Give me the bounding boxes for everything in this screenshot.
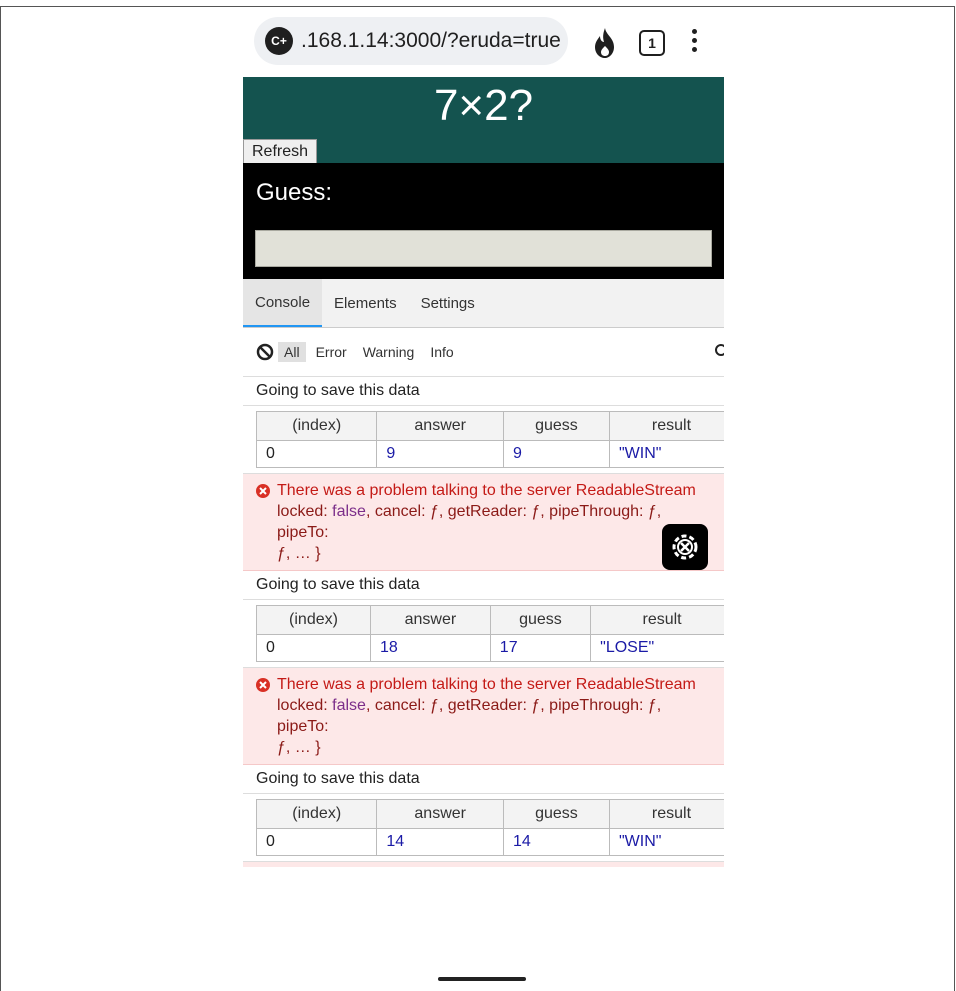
url-text[interactable]: .168.1.14:3000/?eruda=true (301, 29, 561, 53)
result-cell: "LOSE" (590, 634, 724, 662)
error-false: false (332, 503, 366, 520)
data-table: (index) answer guess result 0 9 9 "WIN" (255, 411, 724, 468)
answer-cell: 14 (376, 828, 504, 856)
home-indicator[interactable] (438, 977, 526, 981)
column-header: guess (502, 411, 610, 441)
data-table: (index) answer guess result 0 18 17 "LOS… (256, 605, 724, 662)
game-app: 7×2? Refresh Guess: (243, 77, 724, 279)
search-icon[interactable] (714, 343, 724, 359)
error-text: There was a problem talking to the serve… (277, 676, 696, 693)
flame-icon[interactable] (592, 27, 618, 59)
table-row: 0 14 14 "WIN" (255, 828, 724, 856)
log-message: Going to save this data (243, 377, 724, 406)
column-header: (index) (256, 605, 371, 635)
guess-cell: 17 (489, 634, 592, 662)
tab-elements[interactable]: Elements (322, 279, 409, 327)
column-header: result (590, 605, 724, 635)
tab-settings[interactable]: Settings (409, 279, 487, 327)
error-locked: locked: (277, 503, 328, 520)
refresh-button[interactable]: Refresh (243, 139, 318, 163)
table-row: 0 9 9 "WIN" (255, 440, 724, 468)
error-message[interactable]: There was a problem talking to the serve… (243, 862, 724, 867)
error-icon (256, 678, 270, 692)
result-cell: "WIN" (608, 440, 724, 468)
devtools-tabs: Console Elements Settings (243, 279, 724, 328)
eruda-devtools: Console Elements Settings All Error Warn… (243, 279, 724, 867)
column-header: (index) (255, 411, 378, 441)
more-menu-icon[interactable] (692, 29, 698, 56)
column-header: answer (376, 411, 504, 441)
guess-cell: 14 (502, 828, 610, 856)
filter-info[interactable]: Info (424, 342, 459, 362)
index-cell: 0 (255, 828, 378, 856)
error-tail: ƒ, … } (277, 545, 321, 562)
table-row: 0 18 17 "LOSE" (256, 634, 724, 662)
error-tail: ƒ, … } (277, 739, 321, 756)
column-header: answer (369, 605, 491, 635)
guess-label: Guess: (256, 179, 333, 206)
question-header: 7×2? Refresh (243, 77, 724, 163)
guess-input[interactable] (255, 230, 712, 267)
answer-cell: 18 (369, 634, 491, 662)
error-icon (256, 484, 270, 498)
data-table: (index) answer guess result 0 14 14 "WIN… (255, 799, 724, 856)
error-message[interactable]: There was a problem talking to the serve… (243, 474, 724, 571)
result-cell: "WIN" (608, 828, 724, 856)
column-header: guess (489, 605, 592, 635)
address-bar[interactable]: C+ .168.1.14:3000/?eruda=true (254, 17, 568, 65)
error-text: There was a problem talking to the serve… (277, 482, 696, 499)
error-false: false (332, 697, 366, 714)
gear-icon (672, 534, 698, 560)
tab-console[interactable]: Console (243, 279, 323, 327)
console-filter-bar: All Error Warning Info (243, 328, 724, 377)
column-header: (index) (255, 799, 378, 829)
filter-warning[interactable]: Warning (357, 342, 421, 362)
guess-panel: Guess: (243, 163, 724, 279)
log-message: Going to save this data (243, 571, 724, 600)
column-header: result (608, 411, 724, 441)
index-cell: 0 (255, 440, 378, 468)
site-info-icon[interactable]: C+ (265, 27, 293, 55)
column-header: guess (502, 799, 610, 829)
log-message: Going to save this data (243, 765, 724, 794)
eruda-toggle-button[interactable] (662, 524, 708, 570)
error-message[interactable]: There was a problem talking to the serve… (243, 668, 724, 765)
question-text: 7×2? (433, 81, 534, 130)
error-locked: locked: (277, 697, 328, 714)
answer-cell: 9 (376, 440, 504, 468)
clear-console-icon[interactable] (256, 343, 274, 361)
guess-cell: 9 (502, 440, 610, 468)
column-header: result (608, 799, 724, 829)
tab-switcher-button[interactable]: 1 (639, 30, 665, 56)
column-header: answer (376, 799, 504, 829)
filter-error[interactable]: Error (310, 342, 353, 362)
index-cell: 0 (256, 634, 371, 662)
filter-all[interactable]: All (278, 342, 306, 362)
